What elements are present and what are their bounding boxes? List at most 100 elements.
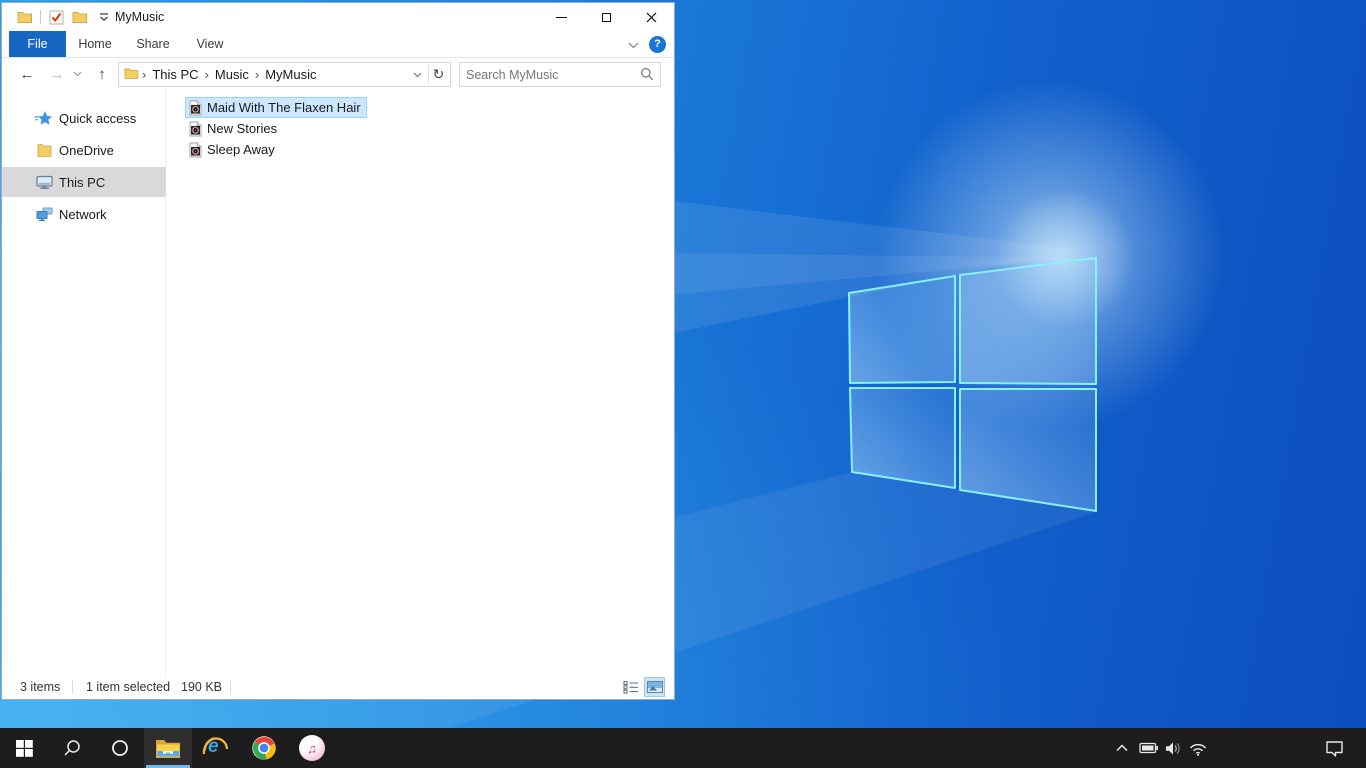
music-file-icon [189,121,202,136]
file-list: Maid With The Flaxen Hair New Stories Sl… [185,97,367,160]
internet-explorer-icon: e [202,734,230,762]
file-name: Sleep Away [207,142,275,157]
tray-show-hidden-icons-button[interactable] [1110,728,1134,768]
taskbar-search-button[interactable] [48,728,96,768]
ie-letter: e [208,736,219,757]
qat-separator [40,10,41,24]
action-center-icon [1325,740,1343,757]
file-name: Maid With The Flaxen Hair [207,100,361,115]
window-title: MyMusic [115,10,165,24]
tray-battery-button[interactable] [1137,728,1161,768]
cortana-button[interactable] [96,728,144,768]
breadcrumb-this-pc[interactable]: This PC [147,63,203,86]
recent-locations-dropdown[interactable] [70,67,84,81]
up-button[interactable]: ↑ [90,62,114,86]
tray-network-button[interactable] [1185,728,1211,768]
file-explorer-icon [156,740,180,758]
file-item[interactable]: Sleep Away [185,139,281,160]
cortana-circle-icon [112,740,128,756]
customize-qat-dropdown[interactable] [95,8,113,26]
close-icon [646,12,657,22]
chrome-icon [252,736,276,760]
taskbar: e ♫ [0,728,1366,768]
minimize-icon [556,16,567,18]
status-separator [72,680,73,694]
item-count: 3 items [20,680,61,694]
wifi-icon [1189,743,1207,756]
thumbnail-view-icon [646,681,663,693]
tab-view[interactable]: View [188,31,232,57]
tab-share[interactable]: Share [130,31,176,57]
new-folder-button[interactable] [71,8,89,26]
file-name: New Stories [207,121,278,136]
close-button[interactable] [629,3,674,31]
network-icon [35,206,53,222]
navigation-pane: Quick access OneDrive This PC Network [2,90,166,675]
sidebar-item-label: Network [59,206,107,222]
file-item[interactable]: New Stories [185,118,283,139]
details-view-icon [623,681,638,694]
sidebar-item-label: Quick access [59,110,137,126]
file-explorer-window: MyMusic File Home Share View ? ← → ↑ › T… [1,2,675,700]
tray-volume-button[interactable] [1161,728,1185,768]
explorer-body: Quick access OneDrive This PC Network Ma… [2,90,674,675]
windows-start-icon [15,739,33,757]
chevron-up-icon [1116,744,1128,752]
music-note-glyph: ♫ [307,740,317,756]
properties-button[interactable] [47,8,65,26]
maximize-icon [602,12,611,22]
address-dropdown-button[interactable] [408,63,426,86]
this-pc-monitor-icon [35,174,53,190]
sidebar-item-onedrive[interactable]: OneDrive [2,135,166,165]
navigation-bar: ← → ↑ › This PC › Music › MyMusic ↻ [2,58,674,90]
battery-icon [1139,742,1158,754]
breadcrumb-mymusic[interactable]: MyMusic [260,63,321,86]
breadcrumb-music[interactable]: Music [210,63,254,86]
window-folder-icon [16,8,34,26]
start-button[interactable] [0,728,48,768]
action-center-button[interactable] [1316,728,1352,768]
status-bar: 3 items 1 item selected 190 KB [2,675,674,699]
sidebar-item-this-pc[interactable]: This PC [2,167,166,197]
help-button[interactable]: ? [649,35,666,53]
details-view-button[interactable] [621,678,640,696]
selection-count: 1 item selected [86,680,171,694]
title-bar[interactable]: MyMusic [2,3,674,31]
address-bar[interactable]: › This PC › Music › MyMusic ↻ [118,62,451,87]
selection-size: 190 KB [181,680,223,694]
quick-access-toolbar [16,3,120,31]
file-item-selected[interactable]: Maid With The Flaxen Hair [185,97,367,118]
search-icon[interactable] [640,67,654,84]
tab-home[interactable]: Home [72,31,118,57]
quick-access-star-icon [35,110,53,126]
taskbar-file-explorer-button[interactable] [144,728,192,768]
status-separator [230,680,231,694]
expand-ribbon-button[interactable] [628,37,639,52]
music-file-icon [189,100,202,115]
chevron-down-icon [413,72,421,77]
sidebar-item-network[interactable]: Network [2,199,166,229]
ribbon-tab-bar: File Home Share View ? [2,31,674,58]
minimize-button[interactable] [539,3,584,31]
sidebar-item-quick-access[interactable]: Quick access [2,103,166,133]
speaker-icon [1165,742,1180,754]
onedrive-folder-icon [35,142,53,158]
tab-file[interactable]: File [9,31,66,57]
refresh-button[interactable]: ↻ [429,63,448,86]
itunes-icon: ♫ [299,735,325,761]
taskbar-chrome-button[interactable] [240,728,288,768]
thumbnail-view-button[interactable] [644,677,665,697]
sidebar-item-label: OneDrive [59,142,114,158]
chevron-down-icon [73,71,81,77]
folder-icon [124,67,139,83]
search-box [459,62,661,87]
maximize-button[interactable] [584,3,629,31]
search-input[interactable] [466,64,631,85]
window-controls [539,3,674,31]
taskbar-internet-explorer-button[interactable]: e [192,728,240,768]
chevron-down-icon [628,42,639,48]
back-button[interactable]: ← [15,62,39,86]
sidebar-item-label: This PC [59,174,106,190]
taskbar-itunes-button[interactable]: ♫ [288,728,336,768]
forward-button[interactable]: → [45,62,69,86]
